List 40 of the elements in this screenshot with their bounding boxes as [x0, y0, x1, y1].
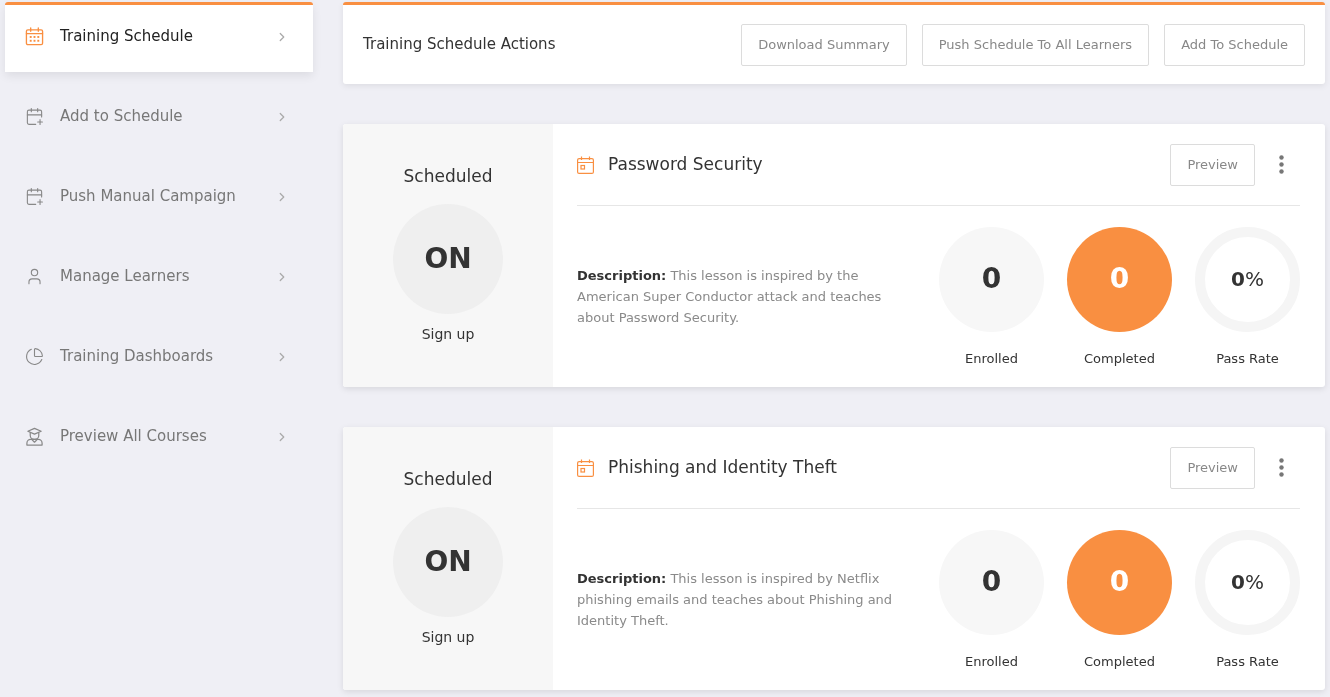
- more-options-button[interactable]: [1279, 155, 1284, 174]
- toggle-caption: Sign up: [421, 324, 475, 344]
- sidebar-item[interactable]: Training Dashboards: [5, 322, 313, 392]
- stat-label: Pass Rate: [1216, 349, 1279, 368]
- calendar-plus-icon: [25, 187, 44, 206]
- toggle-caption: Sign up: [421, 627, 475, 647]
- sidebar-item[interactable]: Manage Learners: [5, 242, 313, 312]
- stat-label: Pass Rate: [1216, 652, 1279, 671]
- vertical-dots-icon: [1279, 458, 1284, 477]
- actions-title: Training Schedule Actions: [363, 34, 557, 56]
- course-description: Description: This lesson is inspired by the American Super Conductor attack and teaches about Password Security.: [577, 267, 883, 327]
- on-toggle[interactable]: ON: [393, 506, 503, 617]
- preview-button[interactable]: Preview: [1170, 446, 1255, 489]
- more-options-button[interactable]: [1279, 458, 1284, 477]
- action-button[interactable]: Add To Schedule: [1164, 23, 1305, 66]
- sidebar-item[interactable]: Push Manual Campaign: [5, 162, 313, 232]
- course-title: Password Security: [608, 152, 764, 176]
- course-title: Phishing and Identity Theft: [608, 455, 838, 479]
- vertical-dots-icon: [1279, 155, 1284, 174]
- sidebar-item[interactable]: Preview All Courses: [5, 402, 313, 472]
- user-icon: [25, 267, 44, 286]
- stat-label: Completed: [1084, 652, 1155, 671]
- action-button[interactable]: Push Schedule To All Learners: [921, 23, 1150, 66]
- action-button[interactable]: Download Summary: [741, 23, 907, 66]
- calendar-plus-icon: [25, 107, 44, 126]
- on-toggle[interactable]: ON: [393, 203, 503, 314]
- stat-label: Enrolled: [965, 349, 1018, 368]
- stat-label: Completed: [1084, 349, 1155, 368]
- sidebar-item[interactable]: Training Schedule: [5, 2, 313, 72]
- sidebar-item[interactable]: Add to Schedule: [5, 82, 313, 152]
- status-label: Scheduled: [403, 165, 493, 188]
- student-icon: [25, 427, 44, 446]
- stat-label: Enrolled: [965, 652, 1018, 671]
- course-description: Description: This lesson is inspired by Netflix phishing emails and teaches about Phishing and Identity Theft.: [577, 570, 894, 630]
- calendar-icon: [577, 458, 594, 477]
- status-label: Scheduled: [403, 468, 493, 491]
- calendar-grid-icon: [25, 27, 44, 46]
- preview-button[interactable]: Preview: [1170, 143, 1255, 186]
- calendar-icon: [577, 155, 594, 174]
- pie-chart-icon: [25, 347, 44, 366]
